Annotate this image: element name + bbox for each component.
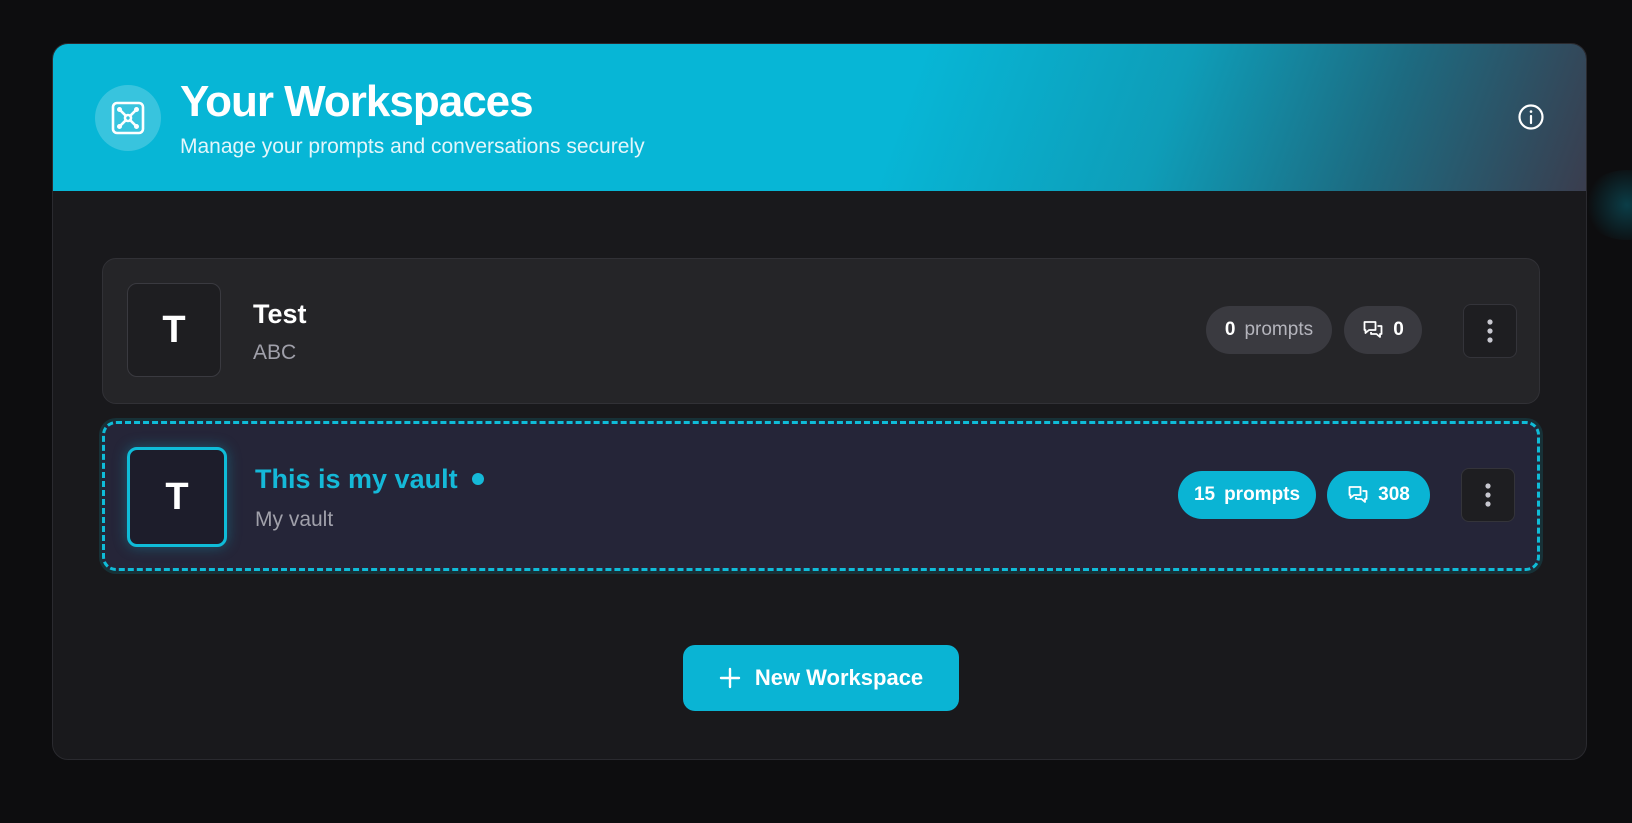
workspace-avatar: T: [127, 447, 227, 547]
info-icon[interactable]: [1516, 102, 1546, 132]
prompts-count: 15: [1193, 484, 1216, 505]
active-indicator-dot: [471, 473, 484, 485]
workspace-avatar: T: [127, 283, 221, 377]
workspace-menu-button[interactable]: [1461, 468, 1515, 522]
conversations-count-badge: 308: [1327, 471, 1430, 519]
more-vertical-icon: [1484, 482, 1492, 508]
prompts-label: prompts: [1224, 484, 1301, 505]
plus-icon: [719, 667, 741, 689]
conversations-count: 308: [1378, 484, 1410, 505]
prompts-count-badge: 0 prompts: [1206, 306, 1332, 354]
prompts-count-badge: 15 prompts: [1178, 471, 1316, 519]
more-vertical-icon: [1486, 318, 1494, 344]
workspace-card-active[interactable]: T This is my vault My vault 15 prompts 3…: [102, 421, 1540, 571]
page-title: Your Workspaces: [180, 77, 534, 126]
new-workspace-label: New Workspace: [754, 665, 924, 690]
workspace-description: ABC: [253, 341, 297, 364]
panel-header: Your Workspaces Manage your prompts and …: [53, 44, 1586, 191]
conversations-count-badge: 0: [1344, 306, 1422, 354]
workspace-card[interactable]: T Test ABC 0 prompts 0: [102, 258, 1540, 404]
workspaces-panel: Your Workspaces Manage your prompts and …: [52, 43, 1587, 760]
prompts-label: prompts: [1244, 319, 1314, 340]
prompts-count: 0: [1224, 319, 1236, 340]
workspace-menu-button[interactable]: [1463, 304, 1517, 358]
conversations-count: 0: [1393, 319, 1404, 340]
background-glow: [1582, 170, 1632, 240]
workspace-name: This is my vault: [255, 462, 484, 496]
vault-icon: [95, 85, 161, 151]
chat-bubbles-icon: [1362, 319, 1384, 341]
workspace-description: My vault: [255, 508, 334, 531]
page-subtitle: Manage your prompts and conversations se…: [180, 135, 645, 158]
new-workspace-button[interactable]: New Workspace: [683, 645, 959, 711]
chat-bubbles-icon: [1347, 484, 1369, 506]
workspace-name-text: This is my vault: [255, 464, 458, 494]
workspace-name: Test: [253, 299, 307, 329]
